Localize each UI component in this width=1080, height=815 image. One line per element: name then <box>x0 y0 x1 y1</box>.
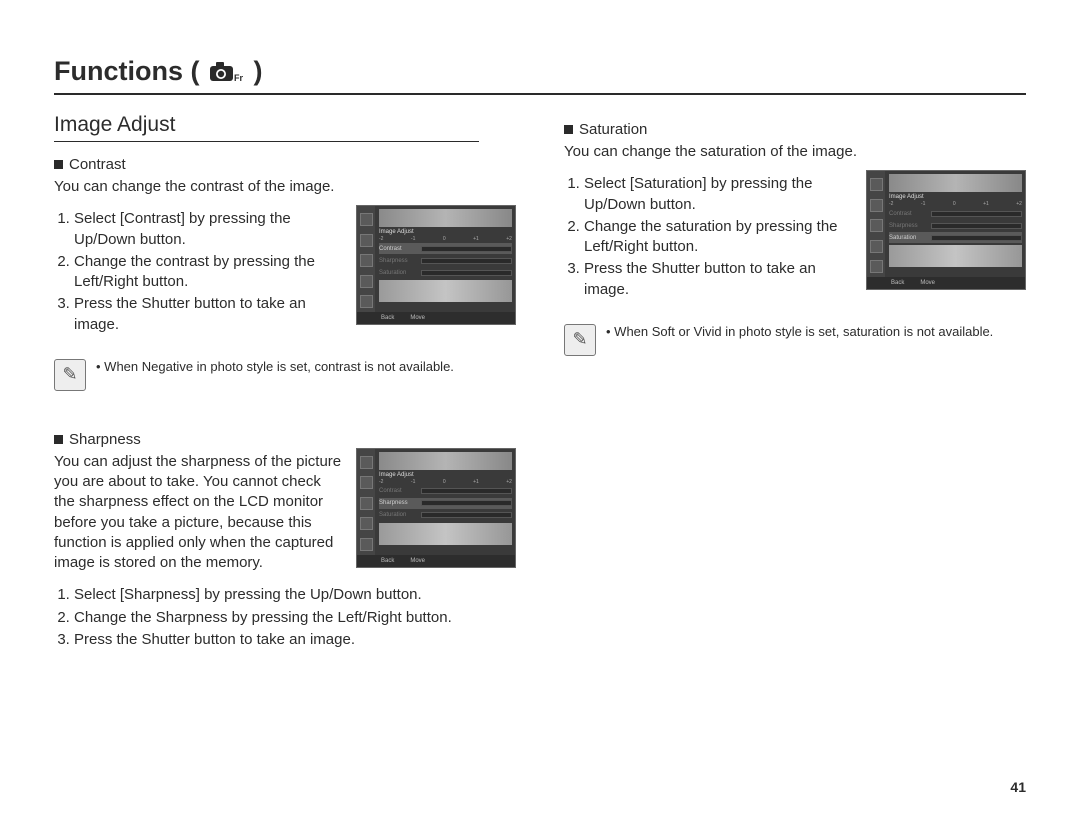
contrast-steps: Select [Contrast] by pressing the Up/Dow… <box>54 209 344 335</box>
step-item: Change the Sharpness by pressing the Lef… <box>74 608 516 628</box>
note-icon: ✎ <box>54 359 86 391</box>
step-item: Change the contrast by pressing the Left… <box>74 252 344 293</box>
step-item: Select [Saturation] by pressing the Up/D… <box>584 174 854 215</box>
title-prefix: Functions ( <box>54 56 199 87</box>
section-heading: Image Adjust <box>54 113 479 142</box>
page-number: 41 <box>1010 779 1026 795</box>
step-item: Press the Shutter button to take an imag… <box>584 259 854 300</box>
contrast-row: Select [Contrast] by pressing the Up/Dow… <box>54 205 516 343</box>
sharpness-heading-text: Sharpness <box>69 431 141 448</box>
step-item: Select [Contrast] by pressing the Up/Dow… <box>74 209 344 250</box>
contrast-heading-text: Contrast <box>69 156 126 173</box>
step-item: Change the saturation by pressing the Le… <box>584 217 854 258</box>
step-item: Press the Shutter button to take an imag… <box>74 294 344 335</box>
contrast-heading: Contrast <box>54 156 516 173</box>
saturation-steps: Select [Saturation] by pressing the Up/D… <box>564 174 854 300</box>
camera-fn-icon: Fn <box>209 60 243 84</box>
lcd-preview-sharpness: Image Adjust -2-10+1+2 Contrast Sharpnes… <box>356 448 516 568</box>
saturation-row: Select [Saturation] by pressing the Up/D… <box>564 170 1026 308</box>
left-column: Image Adjust Contrast You can change the… <box>54 113 516 658</box>
saturation-desc: You can change the saturation of the ima… <box>564 142 1026 162</box>
sharpness-steps: Select [Sharpness] by pressing the Up/Do… <box>54 585 516 650</box>
right-column: Saturation You can change the saturation… <box>564 113 1026 658</box>
sharpness-row: You can adjust the sharpness of the pict… <box>54 448 516 582</box>
note-icon: ✎ <box>564 324 596 356</box>
step-item: Select [Sharpness] by pressing the Up/Do… <box>74 585 516 605</box>
page-title: Functions ( Fn ) <box>54 56 1026 95</box>
bullet-square-icon <box>564 125 573 134</box>
title-suffix: ) <box>253 56 262 87</box>
sharpness-desc: You can adjust the sharpness of the pict… <box>54 452 344 574</box>
contrast-note-text: • When Negative in photo style is set, c… <box>96 359 454 376</box>
bullet-square-icon <box>54 160 63 169</box>
saturation-heading: Saturation <box>564 121 1026 138</box>
contrast-desc: You can change the contrast of the image… <box>54 177 516 197</box>
sharpness-heading: Sharpness <box>54 431 516 448</box>
svg-text:Fn: Fn <box>234 73 243 83</box>
step-item: Press the Shutter button to take an imag… <box>74 630 516 650</box>
manual-page: Functions ( Fn ) Image Adjust Contrast Y… <box>0 0 1080 815</box>
lcd-preview-contrast: Image Adjust -2-10+1+2 Contrast Sharpnes… <box>356 205 516 325</box>
saturation-note-text: • When Soft or Vivid in photo style is s… <box>606 324 993 341</box>
saturation-heading-text: Saturation <box>579 121 647 138</box>
contrast-note: ✎ • When Negative in photo style is set,… <box>54 359 516 391</box>
lcd-preview-saturation: Image Adjust -2-10+1+2 Contrast Sharpnes… <box>866 170 1026 290</box>
bullet-square-icon <box>54 435 63 444</box>
content-columns: Image Adjust Contrast You can change the… <box>54 113 1026 658</box>
saturation-note: ✎ • When Soft or Vivid in photo style is… <box>564 324 1026 356</box>
